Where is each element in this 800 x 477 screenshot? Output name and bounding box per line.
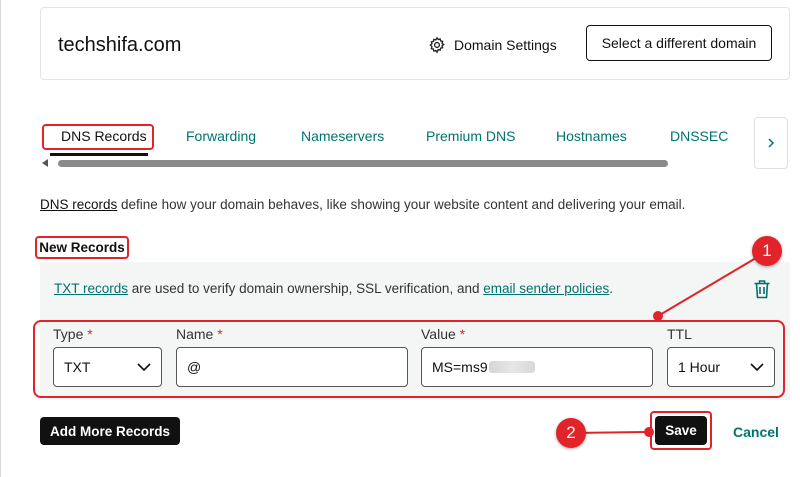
cancel-button[interactable]: Cancel — [733, 424, 779, 440]
tabs-scroll-right-button[interactable] — [754, 117, 788, 169]
txt-records-info: TXT records are used to verify domain ow… — [54, 281, 613, 296]
step-1-badge: 1 — [752, 236, 782, 266]
ttl-select[interactable]: 1 Hour — [667, 347, 775, 387]
value-required-mark: * — [459, 326, 466, 342]
type-select-value: TXT — [64, 359, 91, 375]
domain-header-card: techshifa.com Domain Settings Select a d… — [40, 7, 790, 80]
tab-premium-dns[interactable]: Premium DNS — [426, 119, 515, 153]
dns-records-link[interactable]: DNS records — [40, 197, 117, 212]
tab-forwarding[interactable]: Forwarding — [186, 119, 256, 153]
value-field-label: Value * — [421, 326, 465, 342]
scroll-left-arrow-icon[interactable] — [42, 159, 48, 167]
add-more-records-button[interactable]: Add More Records — [40, 417, 180, 445]
type-required-mark: * — [87, 326, 93, 342]
txt-records-link[interactable]: TXT records — [54, 281, 128, 296]
scrollbar-thumb[interactable] — [58, 160, 668, 167]
domain-name-title: techshifa.com — [58, 34, 182, 56]
email-sender-policies-link[interactable]: email sender policies — [483, 281, 609, 296]
dns-intro-description: define how your domain behaves, like sho… — [117, 197, 686, 212]
txt-info-end: . — [609, 281, 614, 296]
tab-dns-records[interactable]: DNS Records — [61, 119, 147, 153]
tab-dnssec[interactable]: DNSSEC — [670, 119, 728, 153]
chevron-right-icon — [768, 138, 775, 148]
type-label-text: Type — [53, 326, 84, 342]
tab-hostnames[interactable]: Hostnames — [556, 119, 627, 153]
active-tab-underline — [50, 153, 148, 156]
ttl-select-value: 1 Hour — [678, 359, 721, 375]
value-label-text: Value — [421, 326, 456, 342]
type-select[interactable]: TXT — [53, 347, 162, 387]
gear-icon — [429, 36, 445, 54]
chevron-down-icon — [750, 363, 764, 371]
tab-nameservers[interactable]: Nameservers — [301, 119, 384, 153]
name-required-mark: * — [217, 326, 223, 342]
redacted-value-blur — [488, 361, 535, 373]
new-records-heading: New Records — [35, 236, 129, 259]
domain-settings-label: Domain Settings — [454, 37, 557, 53]
left-edge-divider — [0, 0, 1, 477]
txt-info-text: are used to verify domain ownership, SSL… — [128, 281, 484, 296]
domain-settings-link[interactable]: Domain Settings — [428, 35, 557, 55]
chevron-down-icon — [137, 363, 151, 371]
name-input[interactable]: @ — [176, 347, 408, 387]
ttl-field-label: TTL — [667, 326, 692, 342]
name-label-text: Name — [176, 326, 214, 342]
name-input-value: @ — [187, 359, 202, 375]
value-input[interactable]: MS=ms9 — [421, 347, 653, 387]
type-field-label: Type * — [53, 326, 93, 342]
save-button[interactable]: Save — [655, 416, 707, 445]
select-different-domain-button[interactable]: Select a different domain — [586, 25, 772, 61]
trash-icon[interactable] — [753, 279, 771, 299]
name-field-label: Name * — [176, 326, 223, 342]
step-2-badge: 2 — [556, 418, 586, 448]
value-input-value: MS=ms9 — [432, 359, 488, 375]
dns-intro-text: DNS records define how your domain behav… — [40, 197, 685, 212]
tabs-scrollbar[interactable] — [42, 159, 670, 168]
